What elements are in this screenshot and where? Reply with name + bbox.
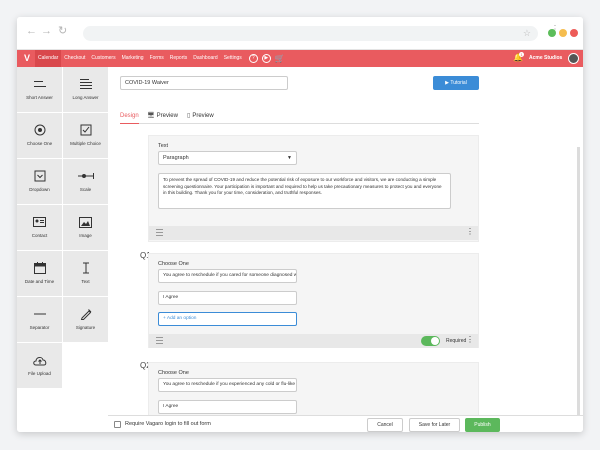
radio-icon <box>17 124 62 136</box>
save-for-later-button[interactable]: Save for Later <box>409 418 460 432</box>
help-icon[interactable]: ? <box>248 54 258 63</box>
more-options-icon[interactable]: ⋮ <box>466 336 474 344</box>
scrollbar[interactable] <box>577 147 580 415</box>
browser-toolbar: ← → ↻ ☆ ⋮ <box>17 17 583 50</box>
field-palette: Short Answer Long Answer Choose One Mult… <box>17 67 108 432</box>
mobile-icon: ▯ <box>187 113 191 119</box>
palette-long-answer[interactable]: Long Answer <box>63 67 108 112</box>
require-login-label: Require Vagaro login to fill out form <box>125 421 211 427</box>
cloud-upload-icon <box>17 354 62 366</box>
card-toolbar: ⋮ <box>149 226 478 240</box>
palette-image[interactable]: Image <box>63 205 108 250</box>
bookmark-star-icon[interactable]: ☆ <box>523 28 531 39</box>
short-answer-icon <box>17 78 62 90</box>
back-icon[interactable]: ← <box>26 26 37 37</box>
cart-icon[interactable]: 🛒 <box>275 54 285 63</box>
text-block-card[interactable]: Text Paragraph ▼ To prevent the spread of… <box>148 135 479 242</box>
cancel-button[interactable]: Cancel <box>367 418 403 432</box>
palette-signature[interactable]: Signature <box>63 297 108 342</box>
dropdown-icon <box>17 170 62 182</box>
pen-icon <box>63 308 108 320</box>
question-card[interactable]: Choose One You agree to reschedule if yo… <box>148 362 479 415</box>
checkbox-icon <box>63 124 108 136</box>
option-input[interactable]: I Agree <box>158 291 297 305</box>
required-label: Required <box>446 338 467 344</box>
forward-icon[interactable]: → <box>41 26 52 37</box>
address-bar[interactable]: ☆ <box>83 26 538 41</box>
palette-scale[interactable]: Scale <box>63 159 108 204</box>
caret-down-icon: ▼ <box>287 155 292 161</box>
separator-icon <box>17 308 62 320</box>
palette-separator[interactable]: Separator <box>17 297 62 342</box>
notification-badge: 1 <box>519 52 524 57</box>
required-toggle[interactable] <box>421 336 440 346</box>
browser-window: ← → ↻ ☆ ⋮ V Calendar Checkout Customers … <box>17 17 583 432</box>
window-red-dot[interactable] <box>570 29 578 37</box>
tutorial-button[interactable]: ▶ Tutorial <box>433 76 479 90</box>
paragraph-textarea[interactable]: To prevent the spread of COVID-19 and re… <box>158 173 451 209</box>
nav-calendar[interactable]: Calendar <box>35 50 62 67</box>
image-icon <box>63 216 108 228</box>
nav-settings[interactable]: Settings <box>221 50 245 67</box>
long-answer-icon <box>63 78 108 90</box>
nav-marketing[interactable]: Marketing <box>119 50 147 67</box>
form-footer: Require Vagaro login to fill out form Ca… <box>108 415 583 432</box>
question-card[interactable]: Choose One You agree to reschedule if yo… <box>148 253 479 348</box>
text-cursor-icon <box>63 262 108 274</box>
view-tabs: Design 🖥 Preview ▯ Preview <box>120 112 479 124</box>
add-option-button[interactable]: + Add an option <box>158 312 297 326</box>
nav-forms[interactable]: Forms <box>147 50 167 67</box>
palette-contact[interactable]: Contact <box>17 205 62 250</box>
business-name[interactable]: Acme Studios <box>529 50 562 67</box>
reload-icon[interactable]: ↻ <box>58 26 67 37</box>
question-type-label: Choose One <box>158 261 189 267</box>
calendar-icon <box>17 262 62 274</box>
option-input[interactable]: I Agree <box>158 400 297 414</box>
contact-card-icon <box>17 216 62 228</box>
palette-date-time[interactable]: Date and Time <box>17 251 62 296</box>
palette-short-answer[interactable]: Short Answer <box>17 67 62 112</box>
window-yellow-dot[interactable] <box>559 29 567 37</box>
palette-file-upload[interactable]: File Upload <box>17 343 62 388</box>
publish-button[interactable]: Publish <box>465 418 500 432</box>
window-green-dot[interactable] <box>548 29 556 37</box>
nav-reports[interactable]: Reports <box>167 50 191 67</box>
vagaro-logo[interactable]: V <box>21 53 33 64</box>
desktop-icon: 🖥 <box>147 113 155 119</box>
option-input[interactable]: You agree to reschedule if you cared for… <box>158 269 297 283</box>
avatar[interactable] <box>568 53 579 64</box>
palette-choose-one[interactable]: Choose One <box>17 113 62 158</box>
nav-checkout[interactable]: Checkout <box>61 50 88 67</box>
nav-customers[interactable]: Customers <box>88 50 118 67</box>
require-login-checkbox[interactable] <box>114 421 121 428</box>
tab-design[interactable]: Design <box>120 112 139 124</box>
tab-preview-mobile[interactable]: ▯ Preview <box>187 112 214 121</box>
option-input[interactable]: You agree to reschedule if you experienc… <box>158 378 297 392</box>
palette-multiple-choice[interactable]: Multiple Choice <box>63 113 108 158</box>
more-options-icon[interactable]: ⋮ <box>466 228 474 236</box>
nav-dashboard[interactable]: Dashboard <box>190 50 220 67</box>
video-icon[interactable]: ▶ <box>261 54 271 63</box>
drag-handle-icon[interactable] <box>156 229 163 238</box>
scale-icon <box>63 170 108 182</box>
form-title-input[interactable]: COVID-19 Waiver <box>120 76 288 90</box>
palette-text[interactable]: Text <box>63 251 108 296</box>
form-builder: COVID-19 Waiver ▶ Tutorial Design 🖥 Previ… <box>108 67 583 415</box>
drag-handle-icon[interactable] <box>156 337 163 346</box>
text-type-select[interactable]: Paragraph ▼ <box>158 151 297 165</box>
app-navbar: V Calendar Checkout Customers Marketing … <box>17 50 583 67</box>
text-block-label: Text <box>158 143 169 149</box>
question-type-label: Choose One <box>158 370 189 376</box>
tab-preview-desktop[interactable]: 🖥 Preview <box>147 112 178 121</box>
card-toolbar: Required ⋮ <box>149 334 478 348</box>
palette-dropdown[interactable]: Dropdown <box>17 159 62 204</box>
